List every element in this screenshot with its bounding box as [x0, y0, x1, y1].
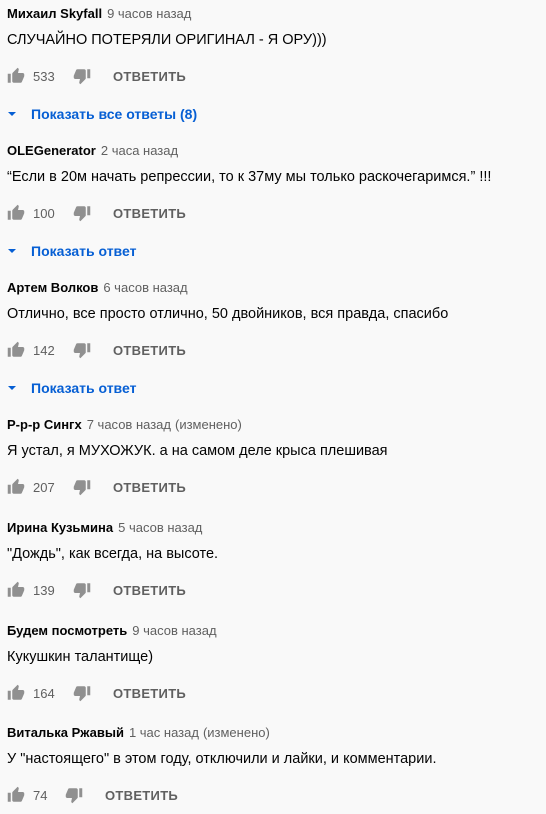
comment-timestamp[interactable]: 9 часов назад — [107, 6, 191, 21]
comment-author[interactable]: Будем посмотреть — [7, 623, 127, 638]
thumb-down-icon — [65, 786, 83, 804]
comment-text: СЛУЧАЙНО ПОТЕРЯЛИ ОРИГИНАЛ - Я ОРУ))) — [7, 32, 327, 48]
thumb-up-icon — [7, 204, 25, 222]
thumb-up-icon — [7, 581, 25, 599]
like-button[interactable] — [7, 478, 25, 496]
thumb-down-icon — [73, 478, 91, 496]
dislike-button[interactable] — [73, 684, 91, 702]
comment-author[interactable]: Ирина Кузьмина — [7, 520, 113, 535]
dislike-button[interactable] — [73, 67, 91, 85]
reply-button[interactable]: ОТВЕТИТЬ — [113, 206, 186, 221]
comment-text: Отлично, все просто отлично, 50 двойнико… — [7, 306, 449, 322]
like-button[interactable] — [7, 67, 25, 85]
comment-text: Я устал, я МУХОЖУК. а на самом деле крыс… — [7, 443, 388, 459]
comment-actions: 533 ОТВЕТИТЬ — [7, 65, 546, 87]
comment-actions: 142 ОТВЕТИТЬ — [7, 339, 546, 361]
thumb-down-icon — [73, 67, 91, 85]
like-count: 74 — [33, 787, 48, 803]
comment-text: “Если в 20м начать репрессии, то к 37му … — [7, 169, 492, 185]
show-replies-button[interactable]: Показать ответ — [7, 241, 546, 261]
comment-header: Михаил Skyfall 9 часов назад — [7, 3, 546, 23]
reply-button[interactable]: ОТВЕТИТЬ — [113, 343, 186, 358]
dislike-button[interactable] — [65, 786, 83, 804]
show-replies-button[interactable]: Показать ответ — [7, 378, 546, 398]
like-button[interactable] — [7, 581, 25, 599]
comment: Михаил Skyfall 9 часов назад СЛУЧАЙНО ПО… — [7, 3, 546, 124]
thumb-up-icon — [7, 786, 25, 804]
show-replies-label: Показать все ответы (8) — [31, 106, 198, 122]
like-count: 533 — [33, 68, 55, 84]
comment-header: Будем посмотреть 9 часов назад — [7, 620, 546, 640]
thumb-down-icon — [73, 684, 91, 702]
comment-author[interactable]: Р-р-р Сингх — [7, 417, 82, 432]
show-replies-button[interactable]: Показать все ответы (8) — [7, 104, 546, 124]
like-button[interactable] — [7, 684, 25, 702]
comment-author[interactable]: Артем Волков — [7, 280, 98, 295]
comment: Ирина Кузьмина 5 часов назад "Дождь", ка… — [7, 517, 546, 601]
comment-header: Виталька Ржавый 1 час назад (изменено) — [7, 722, 546, 742]
like-count: 207 — [33, 479, 55, 495]
chevron-down-icon — [7, 383, 17, 393]
show-replies-label: Показать ответ — [31, 380, 137, 396]
reply-button[interactable]: ОТВЕТИТЬ — [113, 583, 186, 598]
like-button[interactable] — [7, 786, 25, 804]
comment-timestamp[interactable]: 1 час назад — [129, 725, 199, 740]
reply-button[interactable]: ОТВЕТИТЬ — [113, 69, 186, 84]
dislike-button[interactable] — [73, 478, 91, 496]
reply-button[interactable]: ОТВЕТИТЬ — [113, 480, 186, 495]
like-button[interactable] — [7, 204, 25, 222]
comment-timestamp[interactable]: 9 часов назад — [132, 623, 216, 638]
reply-button[interactable]: ОТВЕТИТЬ — [113, 686, 186, 701]
comment-author[interactable]: Виталька Ржавый — [7, 725, 124, 740]
thumb-up-icon — [7, 684, 25, 702]
comment: Будем посмотреть 9 часов назад Кукушкин … — [7, 620, 546, 704]
thumb-up-icon — [7, 67, 25, 85]
comments-section: Михаил Skyfall 9 часов назад СЛУЧАЙНО ПО… — [0, 0, 546, 814]
edited-label: (изменено) — [174, 416, 242, 432]
comment-actions: 164 ОТВЕТИТЬ — [7, 682, 546, 704]
comment: Виталька Ржавый 1 час назад (изменено) У… — [7, 722, 546, 806]
thumb-down-icon — [73, 341, 91, 359]
comment: Р-р-р Сингх 7 часов назад (изменено) Я у… — [7, 414, 546, 498]
like-count: 164 — [33, 685, 55, 701]
comment-timestamp[interactable]: 6 часов назад — [103, 280, 187, 295]
thumb-up-icon — [7, 341, 25, 359]
show-replies-label: Показать ответ — [31, 243, 137, 259]
like-count: 139 — [33, 582, 55, 598]
comment-header: Ирина Кузьмина 5 часов назад — [7, 517, 546, 537]
like-count: 100 — [33, 205, 55, 221]
thumb-down-icon — [73, 204, 91, 222]
comment-actions: 139 ОТВЕТИТЬ — [7, 579, 546, 601]
comment-actions: 207 ОТВЕТИТЬ — [7, 476, 546, 498]
comment-text: У "настоящего" в этом году, отключили и … — [7, 751, 437, 767]
like-button[interactable] — [7, 341, 25, 359]
thumb-up-icon — [7, 478, 25, 496]
comment-header: Р-р-р Сингх 7 часов назад (изменено) — [7, 414, 546, 434]
comment-text: "Дождь", как всегда, на высоте. — [7, 546, 219, 562]
comment: Артем Волков 6 часов назад Отлично, все … — [7, 277, 546, 398]
like-count: 142 — [33, 342, 55, 358]
comment-author[interactable]: OLEGenerator — [7, 143, 96, 158]
chevron-down-icon — [7, 246, 17, 256]
comment-actions: 100 ОТВЕТИТЬ — [7, 202, 546, 224]
comment-timestamp[interactable]: 5 часов назад — [118, 520, 202, 535]
comment-actions: 74 ОТВЕТИТЬ — [7, 784, 546, 806]
reply-button[interactable]: ОТВЕТИТЬ — [105, 788, 178, 803]
dislike-button[interactable] — [73, 581, 91, 599]
comment-header: OLEGenerator 2 часа назад — [7, 140, 546, 160]
dislike-button[interactable] — [73, 204, 91, 222]
comment-text: Кукушкин талантище) — [7, 649, 154, 665]
dislike-button[interactable] — [73, 341, 91, 359]
comment-author[interactable]: Михаил Skyfall — [7, 6, 102, 21]
comment: OLEGenerator 2 часа назад “Если в 20м на… — [7, 140, 546, 261]
comment-header: Артем Волков 6 часов назад — [7, 277, 546, 297]
chevron-down-icon — [7, 109, 17, 119]
comment-timestamp[interactable]: 2 часа назад — [101, 143, 178, 158]
comment-timestamp[interactable]: 7 часов назад — [87, 417, 171, 432]
thumb-down-icon — [73, 581, 91, 599]
edited-label: (изменено) — [202, 724, 270, 740]
